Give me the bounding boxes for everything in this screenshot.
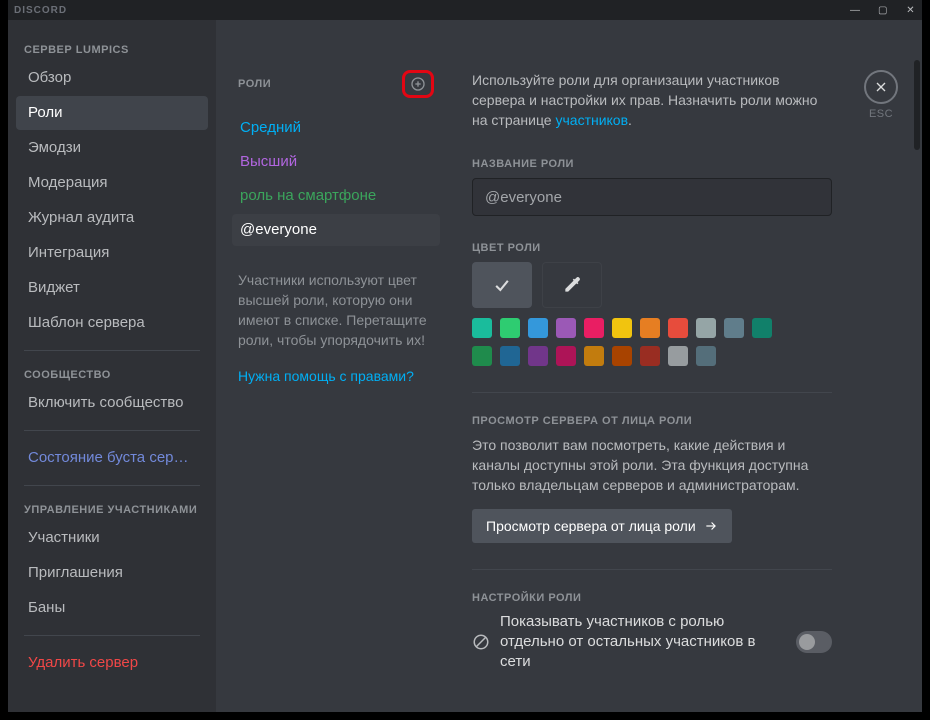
role-name-section: НАЗВАНИЕ РОЛИ [472, 158, 832, 216]
discord-brand: DISCORD [14, 5, 67, 16]
sidebar-divider [24, 350, 200, 351]
color-swatch[interactable] [696, 346, 716, 366]
eyedropper-icon [562, 275, 582, 295]
view-as-role-button[interactable]: Просмотр сервера от лица роли [472, 509, 732, 543]
role-color-label: ЦВЕТ РОЛИ [472, 242, 832, 254]
sidebar-item-overview[interactable]: Обзор [16, 61, 208, 95]
sidebar-section-server: СЕРВЕР LUMPICS [12, 36, 212, 60]
color-swatch[interactable] [584, 318, 604, 338]
add-role-icon[interactable] [410, 76, 426, 92]
settings-sidebar: СЕРВЕР LUMPICS Обзор Роли Эмодзи Модерац… [8, 20, 216, 712]
role-preview-desc: Это позволит вам посмотреть, какие дейст… [472, 435, 832, 495]
color-swatch[interactable] [640, 318, 660, 338]
sidebar-item-integrations[interactable]: Интеграция [16, 236, 208, 270]
color-swatch[interactable] [472, 318, 492, 338]
role-name-label: НАЗВАНИЕ РОЛИ [472, 158, 832, 170]
color-swatch[interactable] [556, 346, 576, 366]
role-item[interactable]: Высший [232, 146, 440, 178]
role-settings-content: ESC Используйте роли для организации уча… [452, 20, 922, 712]
color-picker-swatch[interactable] [542, 262, 602, 308]
color-swatch[interactable] [724, 318, 744, 338]
screenshot-highlight [402, 70, 434, 98]
role-item[interactable]: роль на смартфоне [232, 180, 440, 212]
color-swatch[interactable] [752, 318, 772, 338]
sidebar-item-roles[interactable]: Роли [16, 96, 208, 130]
color-swatch[interactable] [696, 318, 716, 338]
perm-display-separately-toggle[interactable] [796, 631, 832, 653]
esc-wrap: ESC [864, 70, 898, 120]
esc-label: ESC [864, 108, 898, 120]
color-swatch[interactable] [500, 346, 520, 366]
content-scrollbar[interactable] [914, 20, 920, 712]
sidebar-item-boost-status[interactable]: Состояние буста серв… [16, 441, 208, 475]
members-page-link[interactable]: участников [555, 112, 628, 128]
color-swatch[interactable] [528, 318, 548, 338]
arrow-right-icon [704, 519, 718, 533]
color-swatch[interactable] [528, 346, 548, 366]
sidebar-item-emoji[interactable]: Эмодзи [16, 131, 208, 165]
role-perms-section: НАСТРОЙКИ РОЛИ Показывать участников с р… [472, 592, 832, 672]
sidebar-section-members: УПРАВЛЕНИЕ УЧАСТНИКАМИ [12, 496, 212, 520]
sidebar-item-moderation[interactable]: Модерация [16, 166, 208, 200]
divider [472, 569, 832, 570]
close-settings-button[interactable] [864, 70, 898, 104]
roles-help-text: Участники используют цвет высшей роли, к… [238, 270, 434, 350]
roles-column: РОЛИ Средний Высший роль на смартфоне @e… [216, 20, 452, 712]
sidebar-item-members[interactable]: Участники [16, 521, 208, 555]
close-window-button[interactable]: ✕ [906, 5, 916, 16]
color-swatch[interactable] [584, 346, 604, 366]
sidebar-item-bans[interactable]: Баны [16, 591, 208, 625]
color-swatch[interactable] [556, 318, 576, 338]
color-swatch[interactable] [612, 346, 632, 366]
roles-intro: Используйте роли для организации участни… [472, 70, 832, 130]
color-swatch[interactable] [640, 346, 660, 366]
sidebar-item-widget[interactable]: Виджет [16, 271, 208, 305]
divider [472, 392, 832, 393]
titlebar: DISCORD — ▢ ✕ [8, 0, 922, 20]
sidebar-section-community: СООБЩЕСТВО [12, 361, 212, 385]
role-name-input[interactable] [472, 178, 832, 216]
role-item[interactable]: Средний [232, 112, 440, 144]
role-color-section: ЦВЕТ РОЛИ [472, 242, 832, 366]
maximize-button[interactable]: ▢ [878, 5, 888, 16]
sidebar-item-audit-log[interactable]: Журнал аудита [16, 201, 208, 235]
minimize-button[interactable]: — [850, 5, 860, 16]
sidebar-item-template[interactable]: Шаблон сервера [16, 306, 208, 340]
sidebar-divider [24, 635, 200, 636]
roles-help-link[interactable]: Нужна помощь с правами? [238, 368, 434, 384]
check-icon [492, 275, 512, 295]
color-swatch[interactable] [668, 318, 688, 338]
window-controls: — ▢ ✕ [850, 5, 916, 16]
color-swatch[interactable] [612, 318, 632, 338]
color-swatch[interactable] [472, 346, 492, 366]
color-swatch[interactable] [668, 346, 688, 366]
color-swatch-grid [472, 318, 792, 366]
sidebar-divider [24, 430, 200, 431]
role-preview-label: ПРОСМОТР СЕРВЕРА ОТ ЛИЦА РОЛИ [472, 415, 832, 427]
disabled-icon [472, 633, 490, 651]
sidebar-item-enable-community[interactable]: Включить сообщество [16, 386, 208, 420]
role-perms-label: НАСТРОЙКИ РОЛИ [472, 592, 832, 604]
sidebar-divider [24, 485, 200, 486]
color-default-swatch[interactable] [472, 262, 532, 308]
roles-header: РОЛИ [238, 78, 271, 90]
perm-display-separately: Показывать участников с ролью отдельно о… [500, 612, 786, 672]
color-swatch[interactable] [500, 318, 520, 338]
sidebar-item-delete-server[interactable]: Удалить сервер [16, 646, 208, 680]
sidebar-item-invites[interactable]: Приглашения [16, 556, 208, 590]
role-preview-section: ПРОСМОТР СЕРВЕРА ОТ ЛИЦА РОЛИ Это позвол… [472, 415, 832, 543]
role-item-everyone[interactable]: @everyone [232, 214, 440, 246]
scrollbar-thumb[interactable] [914, 60, 920, 150]
